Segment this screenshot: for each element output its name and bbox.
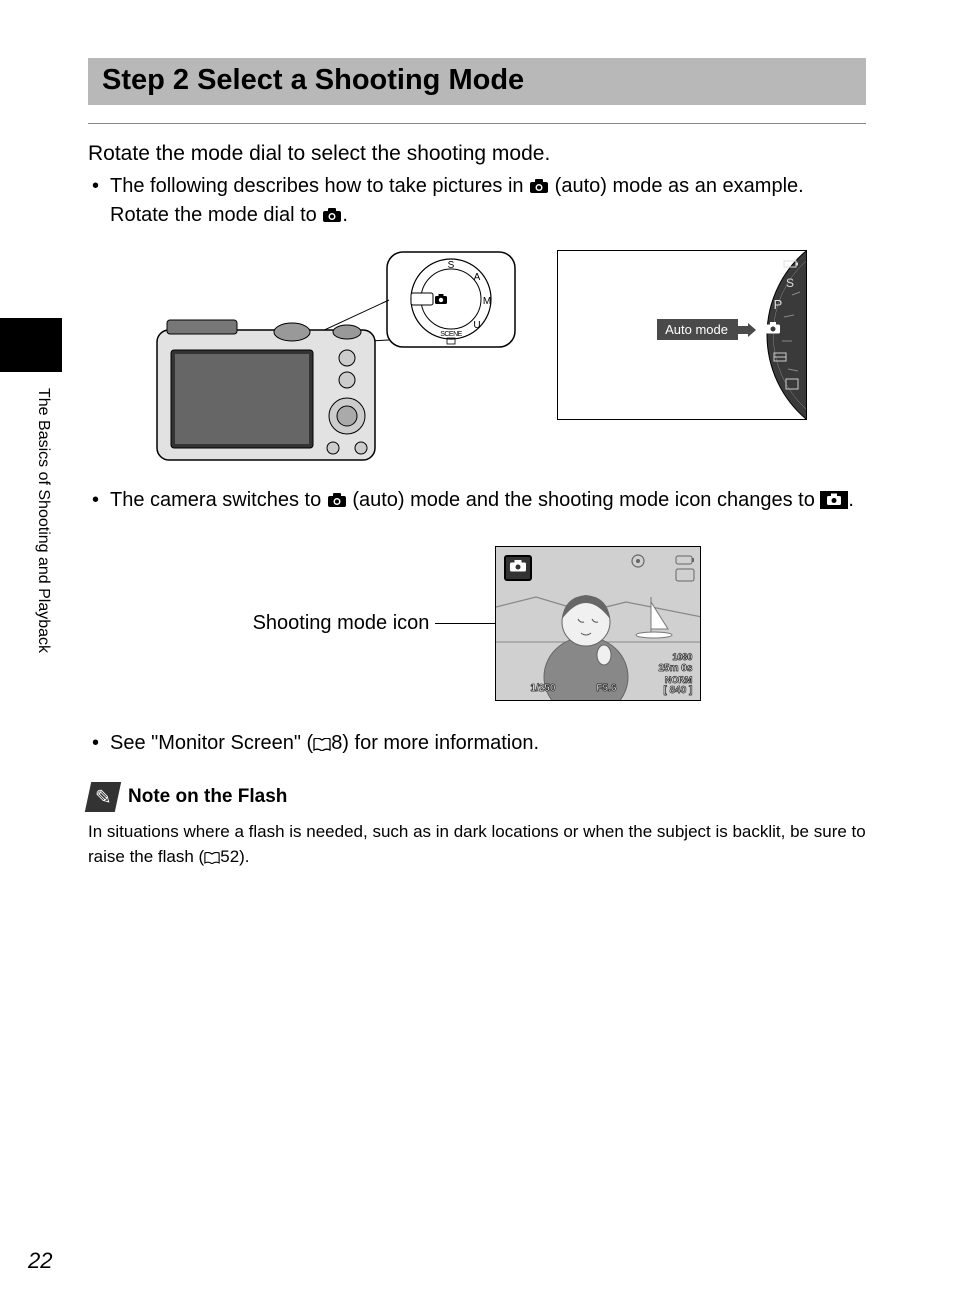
side-tab: The Basics of Shooting and Playback [0, 318, 62, 668]
manual-page: The Basics of Shooting and Playback Step… [0, 0, 954, 1314]
section-tab-label: The Basics of Shooting and Playback [34, 388, 52, 653]
text: 52). [220, 847, 249, 866]
figure-row-1: S A M U SCENE [88, 250, 866, 470]
bullet-list-3: See "Monitor Screen" ( 8) for more inform… [88, 729, 866, 760]
note-title: Note on the Flash [128, 786, 287, 808]
text: (auto) mode and the shooting mode icon c… [352, 489, 820, 511]
dial-a: A [474, 272, 481, 283]
page-number: 22 [28, 1248, 52, 1274]
section-tab-marker [0, 318, 62, 372]
quality: NORM [665, 675, 693, 685]
camera-icon [529, 179, 549, 194]
dial-u: U [473, 320, 480, 331]
dial-scene: SCENE [440, 331, 462, 338]
dial-s: S [786, 276, 794, 290]
note-body: In situations where a flash is needed, s… [88, 820, 866, 871]
page-ref-icon [313, 731, 331, 760]
step-heading: Step 2 Select a Shooting Mode [102, 64, 852, 97]
text: The camera switches to [110, 489, 327, 511]
text: 8) for more information. [331, 732, 539, 754]
shutter-speed: 1/250 [530, 683, 555, 694]
main-instruction: Rotate the mode dial to select the shoot… [88, 142, 866, 166]
text: See "Monitor Screen" ( [110, 732, 313, 754]
dial-m: M [483, 296, 491, 307]
bullet-list: The following describes how to take pict… [88, 172, 866, 230]
aperture: F5.6 [596, 683, 616, 694]
dial-s: S [448, 260, 455, 271]
text: The following describes how to take pict… [110, 175, 529, 197]
camera-back-illustration: S A M U SCENE [147, 250, 517, 470]
bullet-2: The camera switches to (auto) mode and t… [110, 486, 866, 518]
pencil-note-icon: ✎ [85, 782, 121, 812]
bullet-list-2: The camera switches to (auto) mode and t… [88, 486, 866, 518]
video-res: 1080 [672, 652, 692, 662]
dial-p: P [774, 297, 783, 312]
bullet-1: The following describes how to take pict… [110, 172, 866, 230]
dial-arc: S P [736, 251, 806, 419]
rec-time: 25m 0s [658, 663, 692, 674]
auto-mode-label: Auto mode [657, 319, 738, 340]
auto-mode-dial-closeup: Auto mode S P [557, 250, 807, 420]
page-ref-icon [204, 847, 220, 872]
step-heading-bar: Step 2 Select a Shooting Mode [88, 58, 866, 105]
camera-icon-on-black [820, 489, 848, 518]
divider [88, 123, 866, 124]
mode-icon-box [504, 555, 532, 581]
shot-count: [ 840 ] [663, 685, 692, 696]
camera-icon [322, 208, 342, 223]
leader-line [435, 623, 495, 624]
camera-icon [327, 493, 347, 508]
bullet-3: See "Monitor Screen" ( 8) for more inform… [110, 729, 866, 760]
text: . [342, 204, 348, 226]
monitor-screen-illustration: 1/250 F5.6 1080 25m 0s NORM [ 840 ] [495, 546, 701, 701]
text: . [848, 489, 854, 511]
note-heading-row: ✎ Note on the Flash [88, 782, 866, 812]
shooting-mode-icon-label: Shooting mode icon [253, 612, 430, 635]
shooting-mode-icon-figure: Shooting mode icon [88, 546, 866, 701]
